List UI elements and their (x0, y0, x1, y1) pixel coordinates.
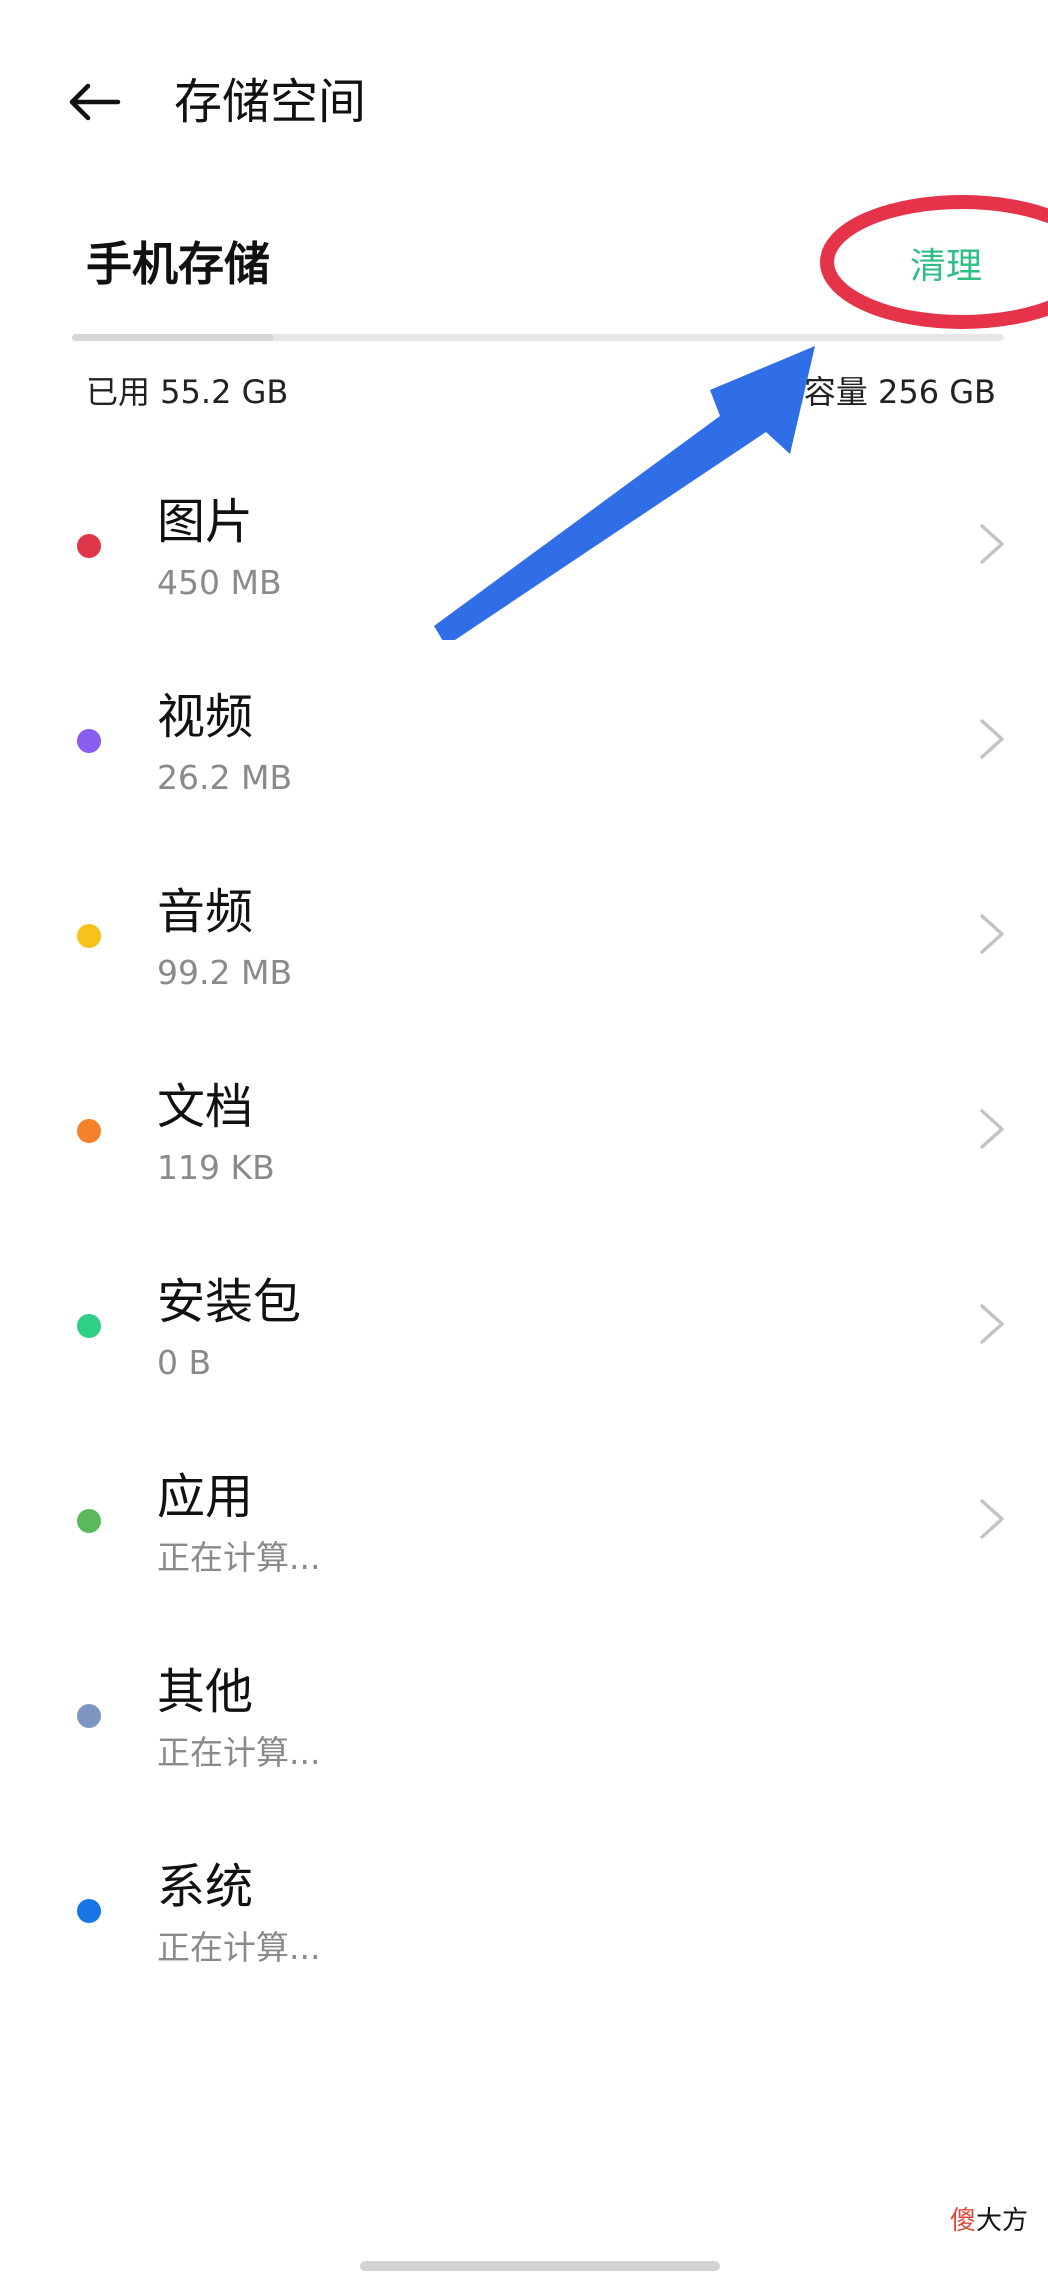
page-title: 存储空间 (174, 74, 367, 130)
category-size: 正在计算... (157, 1733, 321, 1772)
phone-storage-title: 手机存储 (86, 237, 270, 291)
category-name: 安装包 (157, 1274, 302, 1330)
arrow-left-icon (69, 83, 121, 121)
category-color-dot (77, 534, 101, 558)
category-color-dot (77, 1314, 101, 1338)
category-name: 系统 (157, 1859, 254, 1915)
category-name: 文档 (157, 1079, 254, 1135)
chevron-right-icon (980, 1109, 1004, 1149)
app-header: 存储空间 (0, 0, 1048, 200)
storage-item-other: 其他 正在计算... (0, 1638, 1048, 1833)
category-size: 正在计算... (157, 1928, 321, 1967)
storage-item-apps[interactable]: 应用 正在计算... (0, 1443, 1048, 1638)
category-name: 音频 (157, 884, 254, 940)
category-size: 450 MB (157, 563, 282, 602)
category-size: 119 KB (157, 1148, 275, 1187)
category-name: 其他 (157, 1664, 254, 1720)
category-name: 图片 (157, 494, 254, 550)
category-size: 0 B (157, 1343, 212, 1382)
chevron-right-icon (980, 914, 1004, 954)
back-button[interactable] (58, 66, 130, 138)
category-color-dot (77, 729, 101, 753)
storage-item-packages[interactable]: 安装包 0 B (0, 1248, 1048, 1443)
storage-category-list: 图片 450 MB 视频 26.2 MB 音频 99.2 MB 文档 119 K… (0, 468, 1048, 2028)
category-color-dot (77, 1899, 101, 1923)
home-indicator[interactable] (360, 2261, 720, 2271)
storage-usage-fill (72, 334, 273, 341)
storage-item-audio[interactable]: 音频 99.2 MB (0, 858, 1048, 1053)
chevron-right-icon (980, 524, 1004, 564)
storage-item-videos[interactable]: 视频 26.2 MB (0, 663, 1048, 858)
category-color-dot (77, 1704, 101, 1728)
watermark-text: 大方 (975, 2206, 1028, 2236)
category-name: 应用 (157, 1469, 254, 1525)
clean-button[interactable]: 清理 (910, 240, 982, 294)
storage-item-system: 系统 正在计算... (0, 1833, 1048, 2028)
category-color-dot (77, 1509, 101, 1533)
storage-item-documents[interactable]: 文档 119 KB (0, 1053, 1048, 1248)
watermark: 傻大方 (950, 2203, 1028, 2239)
chevron-right-icon (980, 1304, 1004, 1344)
watermark-accent: 傻 (949, 2206, 976, 2236)
category-name: 视频 (157, 689, 254, 745)
used-storage-label: 已用 55.2 GB (86, 373, 289, 411)
category-size: 26.2 MB (157, 758, 293, 797)
category-color-dot (77, 924, 101, 948)
chevron-right-icon (980, 1499, 1004, 1539)
storage-usage-bar (72, 334, 1004, 341)
category-size: 正在计算... (157, 1538, 321, 1577)
chevron-right-icon (980, 719, 1004, 759)
total-capacity-label: 总容量 256 GB (771, 373, 996, 411)
category-size: 99.2 MB (157, 953, 293, 992)
storage-item-pictures[interactable]: 图片 450 MB (0, 468, 1048, 663)
category-color-dot (77, 1119, 101, 1143)
